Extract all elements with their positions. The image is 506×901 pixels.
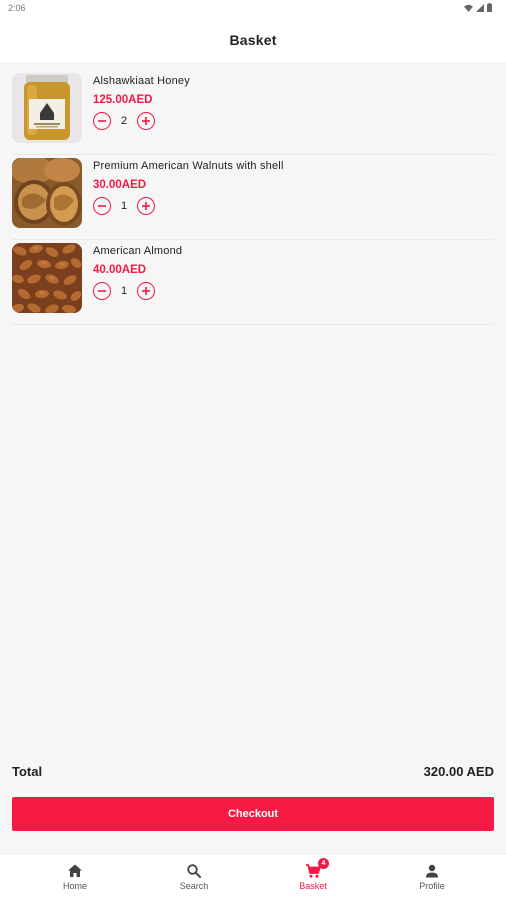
- basket-item: Alshawkiaat Honey 125.00AED 2: [12, 70, 494, 155]
- nav-item-home[interactable]: Home: [12, 854, 138, 901]
- nav-item-profile[interactable]: Profile: [369, 854, 495, 901]
- plus-icon: [142, 287, 150, 295]
- nav-item-search[interactable]: Search: [131, 854, 257, 901]
- minus-icon: [98, 205, 106, 207]
- total-value: 320.00 AED: [423, 764, 494, 779]
- checkout-button[interactable]: Checkout: [12, 797, 494, 831]
- wifi-icon: [464, 4, 473, 14]
- quantity-stepper: 1: [93, 281, 155, 301]
- decrease-quantity-button[interactable]: [93, 197, 111, 215]
- status-bar: 2:06: [0, 0, 506, 18]
- plus-icon: [142, 202, 150, 210]
- nav-label-search: Search: [179, 881, 209, 891]
- basket-item: Premium American Walnuts with shell 30.0…: [12, 155, 494, 240]
- item-name: American Almond: [93, 245, 183, 257]
- minus-icon: [98, 120, 106, 122]
- quantity-stepper: 1: [93, 196, 155, 216]
- increase-quantity-button[interactable]: [137, 112, 155, 130]
- item-name: Alshawkiaat Honey: [93, 75, 190, 87]
- increase-quantity-button[interactable]: [137, 197, 155, 215]
- cart-count-badge: 4: [318, 858, 329, 869]
- item-name: Premium American Walnuts with shell: [93, 160, 284, 172]
- quantity-value: 1: [120, 285, 128, 297]
- nav-label-basket: Basket: [299, 881, 327, 891]
- product-image-walnuts: [12, 158, 82, 228]
- basket-item: American Almond 40.00AED 1: [12, 240, 494, 325]
- status-icons: [464, 3, 492, 14]
- nav-item-basket[interactable]: 4 Basket: [250, 854, 376, 901]
- decrease-quantity-button[interactable]: [93, 282, 111, 300]
- basket-list: Alshawkiaat Honey 125.00AED 2 Premium Am…: [0, 70, 506, 325]
- home-icon: [68, 864, 82, 877]
- quantity-value: 1: [120, 200, 128, 212]
- bottom-nav: Home Search 4 Basket Profile: [0, 853, 506, 901]
- signal-icon: [476, 3, 484, 14]
- quantity-stepper: 2: [93, 111, 155, 131]
- item-price: 125.00AED: [93, 94, 153, 106]
- page-title: Basket: [229, 32, 277, 48]
- total-row: Total 320.00 AED: [12, 762, 494, 782]
- battery-icon: [487, 3, 492, 14]
- total-label: Total: [12, 764, 43, 779]
- minus-icon: [98, 290, 106, 292]
- item-price: 30.00AED: [93, 179, 147, 191]
- search-icon: [187, 864, 201, 878]
- nav-label-profile: Profile: [419, 881, 445, 891]
- plus-icon: [142, 117, 150, 125]
- nav-label-home: Home: [62, 881, 87, 891]
- app-bar: Basket: [0, 18, 506, 62]
- item-price: 40.00AED: [93, 264, 147, 276]
- person-icon: [426, 864, 438, 878]
- product-image-almonds: [12, 243, 82, 313]
- increase-quantity-button[interactable]: [137, 282, 155, 300]
- status-time: 2:06: [8, 3, 26, 13]
- product-image-honey: [12, 73, 82, 143]
- decrease-quantity-button[interactable]: [93, 112, 111, 130]
- quantity-value: 2: [120, 115, 128, 127]
